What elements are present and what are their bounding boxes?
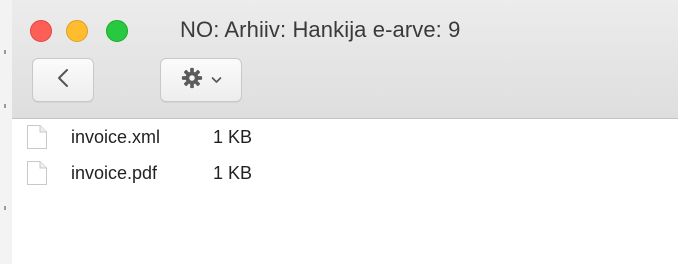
file-name: invoice.xml: [71, 126, 161, 147]
action-menu-button[interactable]: [160, 58, 242, 102]
chevron-left-icon: [57, 68, 69, 93]
file-list: invoice.xml 1 KB invoice.pdf 1 KB: [12, 119, 678, 191]
edge-mark: [4, 206, 6, 210]
document-icon: [26, 160, 48, 186]
chevron-down-icon: [211, 71, 222, 89]
minimize-window-button[interactable]: [66, 20, 88, 42]
file-size: 1 KB: [213, 162, 253, 183]
edge-mark: [4, 50, 6, 54]
window-toolbar: NO: Arhiiv: Hankija e-arve: 9: [12, 0, 678, 119]
back-button[interactable]: [32, 58, 94, 102]
finder-window: NO: Arhiiv: Hankija e-arve: 9 invoice.xm…: [12, 0, 678, 264]
zoom-window-button[interactable]: [106, 20, 128, 42]
gear-icon: [181, 67, 203, 94]
close-window-button[interactable]: [30, 20, 52, 42]
file-row[interactable]: invoice.xml 1 KB: [12, 119, 678, 155]
window-title: NO: Arhiiv: Hankija e-arve: 9: [180, 17, 461, 42]
edge-mark: [4, 104, 6, 108]
file-name: invoice.pdf: [71, 162, 158, 183]
document-icon: [26, 124, 48, 150]
file-row[interactable]: invoice.pdf 1 KB: [12, 155, 678, 191]
file-size: 1 KB: [213, 126, 253, 147]
